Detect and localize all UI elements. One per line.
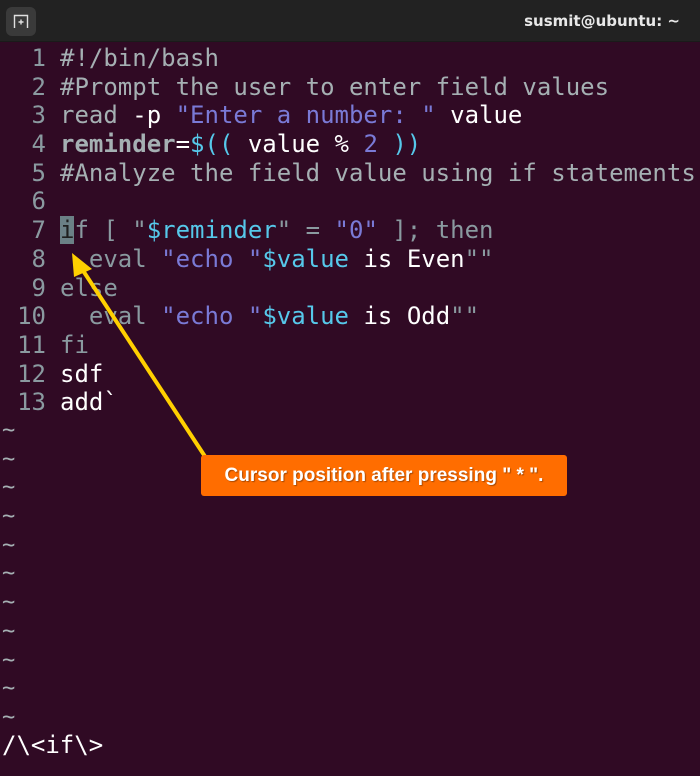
code-line[interactable]: 13 add` (0, 388, 700, 417)
code-token: = (175, 130, 191, 159)
code-token: )) (377, 130, 422, 159)
code-token: read (60, 101, 118, 130)
code-line[interactable]: 11 fi (0, 331, 700, 360)
code-text: fi (60, 331, 89, 359)
empty-line-markers: ~ ~ ~ ~ ~ ~ ~ ~ ~ ~ ~ (0, 417, 15, 733)
annotation-text: Cursor position after pressing " * ". (224, 464, 544, 486)
line-number: 5 (31, 158, 46, 187)
line-number: 1 (31, 44, 46, 72)
code-text: if [ "$reminder" = "0" ]; then (60, 216, 494, 245)
line-number: 11 (17, 330, 46, 359)
line-number: 13 (17, 388, 46, 417)
code-token: value % (233, 130, 364, 159)
empty-line-tilde: ~ (2, 561, 16, 587)
code-token: reminder (60, 130, 176, 159)
code-token: eval (60, 302, 162, 331)
code-token: "" (450, 302, 480, 331)
code-text: #!/bin/bash (60, 44, 219, 72)
code-token: add` (60, 388, 118, 417)
code-text: add` (60, 388, 118, 416)
code-text: eval "echo "$value is Even"" (60, 245, 494, 273)
code-token: f [ (74, 216, 133, 245)
empty-line-tilde: ~ (2, 618, 16, 644)
code-line[interactable]: 9 else (0, 274, 700, 303)
code-line[interactable]: 1 #!/bin/bash (0, 44, 700, 73)
line-number: 8 (31, 244, 46, 273)
line-number: 3 (31, 101, 46, 130)
text-cursor: i (60, 216, 75, 245)
code-token: 2 (363, 130, 378, 159)
code-line[interactable]: 3 read -p "Enter a number: " value (0, 101, 700, 130)
new-tab-button[interactable] (6, 7, 36, 36)
code-line[interactable]: 6 (0, 187, 700, 216)
line-number: 12 (17, 359, 46, 388)
line-number: 7 (31, 216, 46, 245)
empty-line-tilde: ~ (2, 446, 16, 472)
code-token: -p (117, 101, 176, 130)
code-token: $value (262, 302, 350, 331)
code-token: $reminder (146, 216, 277, 245)
code-token: #Prompt the user to enter field values (60, 72, 610, 101)
new-tab-icon (13, 14, 29, 28)
code-line[interactable]: 5 #Analyze the field value using if state… (0, 159, 700, 188)
empty-line-tilde: ~ (2, 647, 16, 673)
line-number: 10 (17, 302, 46, 331)
code-text: reminder=$(( value % 2 )) (60, 130, 421, 158)
code-text: read -p "Enter a number: " value (60, 101, 522, 129)
empty-line-tilde: ~ (2, 676, 16, 702)
vim-editor-buffer[interactable]: 1 #!/bin/bash 2 #Prompt the user to enter f… (0, 44, 700, 417)
line-number: 4 (31, 130, 46, 159)
window-title: susmit@ubuntu: ~ (524, 12, 680, 30)
empty-line-tilde: ~ (2, 590, 16, 616)
code-token: #Analyze the field value using if statem… (60, 158, 696, 187)
code-line[interactable]: 4 reminder=$(( value % 2 )) (0, 130, 700, 159)
empty-line-tilde: ~ (2, 532, 16, 558)
empty-line-tilde: ~ (2, 475, 16, 501)
terminal-titlebar: susmit@ubuntu: ~ (0, 0, 700, 42)
code-line[interactable]: 12 sdf (0, 360, 700, 389)
code-token: $(( (190, 130, 234, 159)
line-number: 2 (31, 72, 46, 101)
code-token: is Odd (349, 302, 451, 331)
code-token: is Even (349, 244, 465, 273)
code-token: "0" (334, 216, 378, 245)
code-line[interactable]: 2 #Prompt the user to enter field values (0, 73, 700, 102)
code-token: "Enter a number: " (175, 101, 436, 130)
line-number: 9 (31, 273, 46, 302)
code-token: eval (60, 244, 162, 273)
line-number: 6 (31, 187, 46, 216)
code-token: "echo " (161, 244, 263, 273)
code-text: #Analyze the field value using if statem… (60, 159, 696, 187)
empty-line-tilde: ~ (2, 504, 16, 530)
empty-line-tilde: ~ (2, 704, 16, 730)
code-token: fi (60, 330, 89, 359)
code-token: #!/bin/bash (60, 44, 219, 72)
code-text: #Prompt the user to enter field values (60, 73, 609, 101)
code-text: else (60, 274, 118, 302)
code-line[interactable]: 8 eval "echo "$value is Even"" (0, 245, 700, 274)
code-token: "" (464, 244, 494, 273)
code-line[interactable]: 10 eval "echo "$value is Odd"" (0, 302, 700, 331)
code-token: value (435, 101, 523, 130)
empty-line-tilde: ~ (2, 418, 16, 443)
vim-command-line[interactable]: /\<if\> (2, 731, 103, 759)
code-token: $value (262, 244, 350, 273)
code-token: " (132, 216, 147, 245)
code-token: sdf (60, 359, 104, 388)
annotation-callout: Cursor position after pressing " * ". (201, 455, 567, 496)
code-text: eval "echo "$value is Odd"" (60, 302, 479, 330)
code-token: " = (276, 216, 335, 245)
code-token: "echo " (161, 302, 263, 331)
code-token: else (60, 273, 118, 302)
code-token: ]; then (377, 216, 494, 245)
code-text: sdf (60, 360, 103, 388)
code-line[interactable]: 7 if [ "$reminder" = "0" ]; then (0, 216, 700, 245)
